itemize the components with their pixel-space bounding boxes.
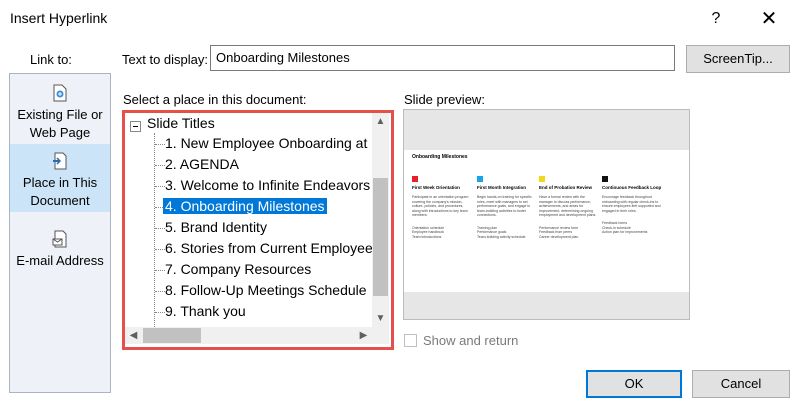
link-to-place-in-document[interactable]: Place in This Document <box>10 144 110 212</box>
dialog-title: Insert Hyperlink <box>10 10 108 26</box>
slide-column: Continuous Feedback Loop Encourage feedb… <box>602 176 662 235</box>
slide-column: End of Probation Review Have a formal re… <box>539 176 599 239</box>
scroll-right-icon[interactable]: ▶ <box>355 327 372 344</box>
text-to-display-input[interactable]: Onboarding Milestones <box>210 45 675 71</box>
slide-column: First Month Integration Begin hands-on t… <box>477 176 537 239</box>
show-and-return-checkbox[interactable]: Show and return <box>404 333 518 348</box>
title-bar <box>0 0 800 38</box>
link-to-email[interactable]: E-mail Address <box>10 226 110 272</box>
link-to-email-label: E-mail Address <box>16 253 104 268</box>
tree-item[interactable]: 8. Follow-Up Meetings Schedule <box>165 280 367 301</box>
checkbox-icon[interactable] <box>404 334 417 347</box>
tree-horizontal-scroll-thumb[interactable] <box>143 328 201 343</box>
cancel-button[interactable]: Cancel <box>692 370 790 398</box>
slide-preview-thumbnail: Onboarding Milestones First Week Orienta… <box>404 150 689 292</box>
tree-item-selected[interactable]: 4. Onboarding Milestones <box>163 196 327 217</box>
scroll-down-icon[interactable]: ▼ <box>372 310 389 327</box>
help-button[interactable]: ? <box>704 6 728 32</box>
close-button[interactable]: ✕ <box>756 6 782 32</box>
tree-root-slide-titles[interactable]: Slide Titles <box>125 113 365 134</box>
ok-button[interactable]: OK <box>586 370 682 398</box>
scroll-left-icon[interactable]: ◀ <box>125 327 142 344</box>
tree-item[interactable]: 2. AGENDA <box>165 154 239 175</box>
screentip-button[interactable]: ScreenTip... <box>686 45 790 73</box>
black-square-icon <box>602 176 608 182</box>
yellow-square-icon <box>539 176 545 182</box>
scroll-up-icon[interactable]: ▲ <box>372 113 389 130</box>
link-to-place-in-document-label: Place in This Document <box>22 175 98 208</box>
text-to-display-label: Text to display: <box>122 52 208 67</box>
email-icon <box>52 230 68 248</box>
red-square-icon <box>412 176 418 182</box>
link-to-existing-file-label: Existing File or Web Page <box>17 107 103 140</box>
tree-item[interactable]: 6. Stories from Current Employee <box>165 238 372 259</box>
show-and-return-label: Show and return <box>423 333 519 348</box>
tree-item[interactable]: 1. New Employee Onboarding at <box>165 133 367 154</box>
tree-item[interactable]: 7. Company Resources <box>165 259 311 280</box>
slide-preview-title: Onboarding Milestones <box>412 154 468 160</box>
slide-preview-label: Slide preview: <box>404 92 485 107</box>
tree-item[interactable]: 9. Thank you <box>165 301 246 322</box>
select-place-label: Select a place in this document: <box>123 92 307 107</box>
tree-vertical-scroll-thumb[interactable] <box>373 178 388 296</box>
document-icon <box>52 152 68 170</box>
file-icon <box>52 84 68 102</box>
link-to-existing-file[interactable]: Existing File or Web Page <box>10 80 110 142</box>
tree-item[interactable]: 5. Brand Identity <box>165 217 267 238</box>
link-to-label: Link to: <box>30 52 72 67</box>
link-to-panel: Existing File or Web Page Place in This … <box>9 73 111 393</box>
tree-item[interactable]: 3. Welcome to Infinite Endeavors <box>165 175 370 196</box>
collapse-icon[interactable] <box>130 121 141 132</box>
blue-square-icon <box>477 176 483 182</box>
slide-column: First Week Orientation Participate in an… <box>412 176 472 239</box>
place-tree[interactable]: Slide Titles 1. New Employee Onboarding … <box>125 113 372 327</box>
